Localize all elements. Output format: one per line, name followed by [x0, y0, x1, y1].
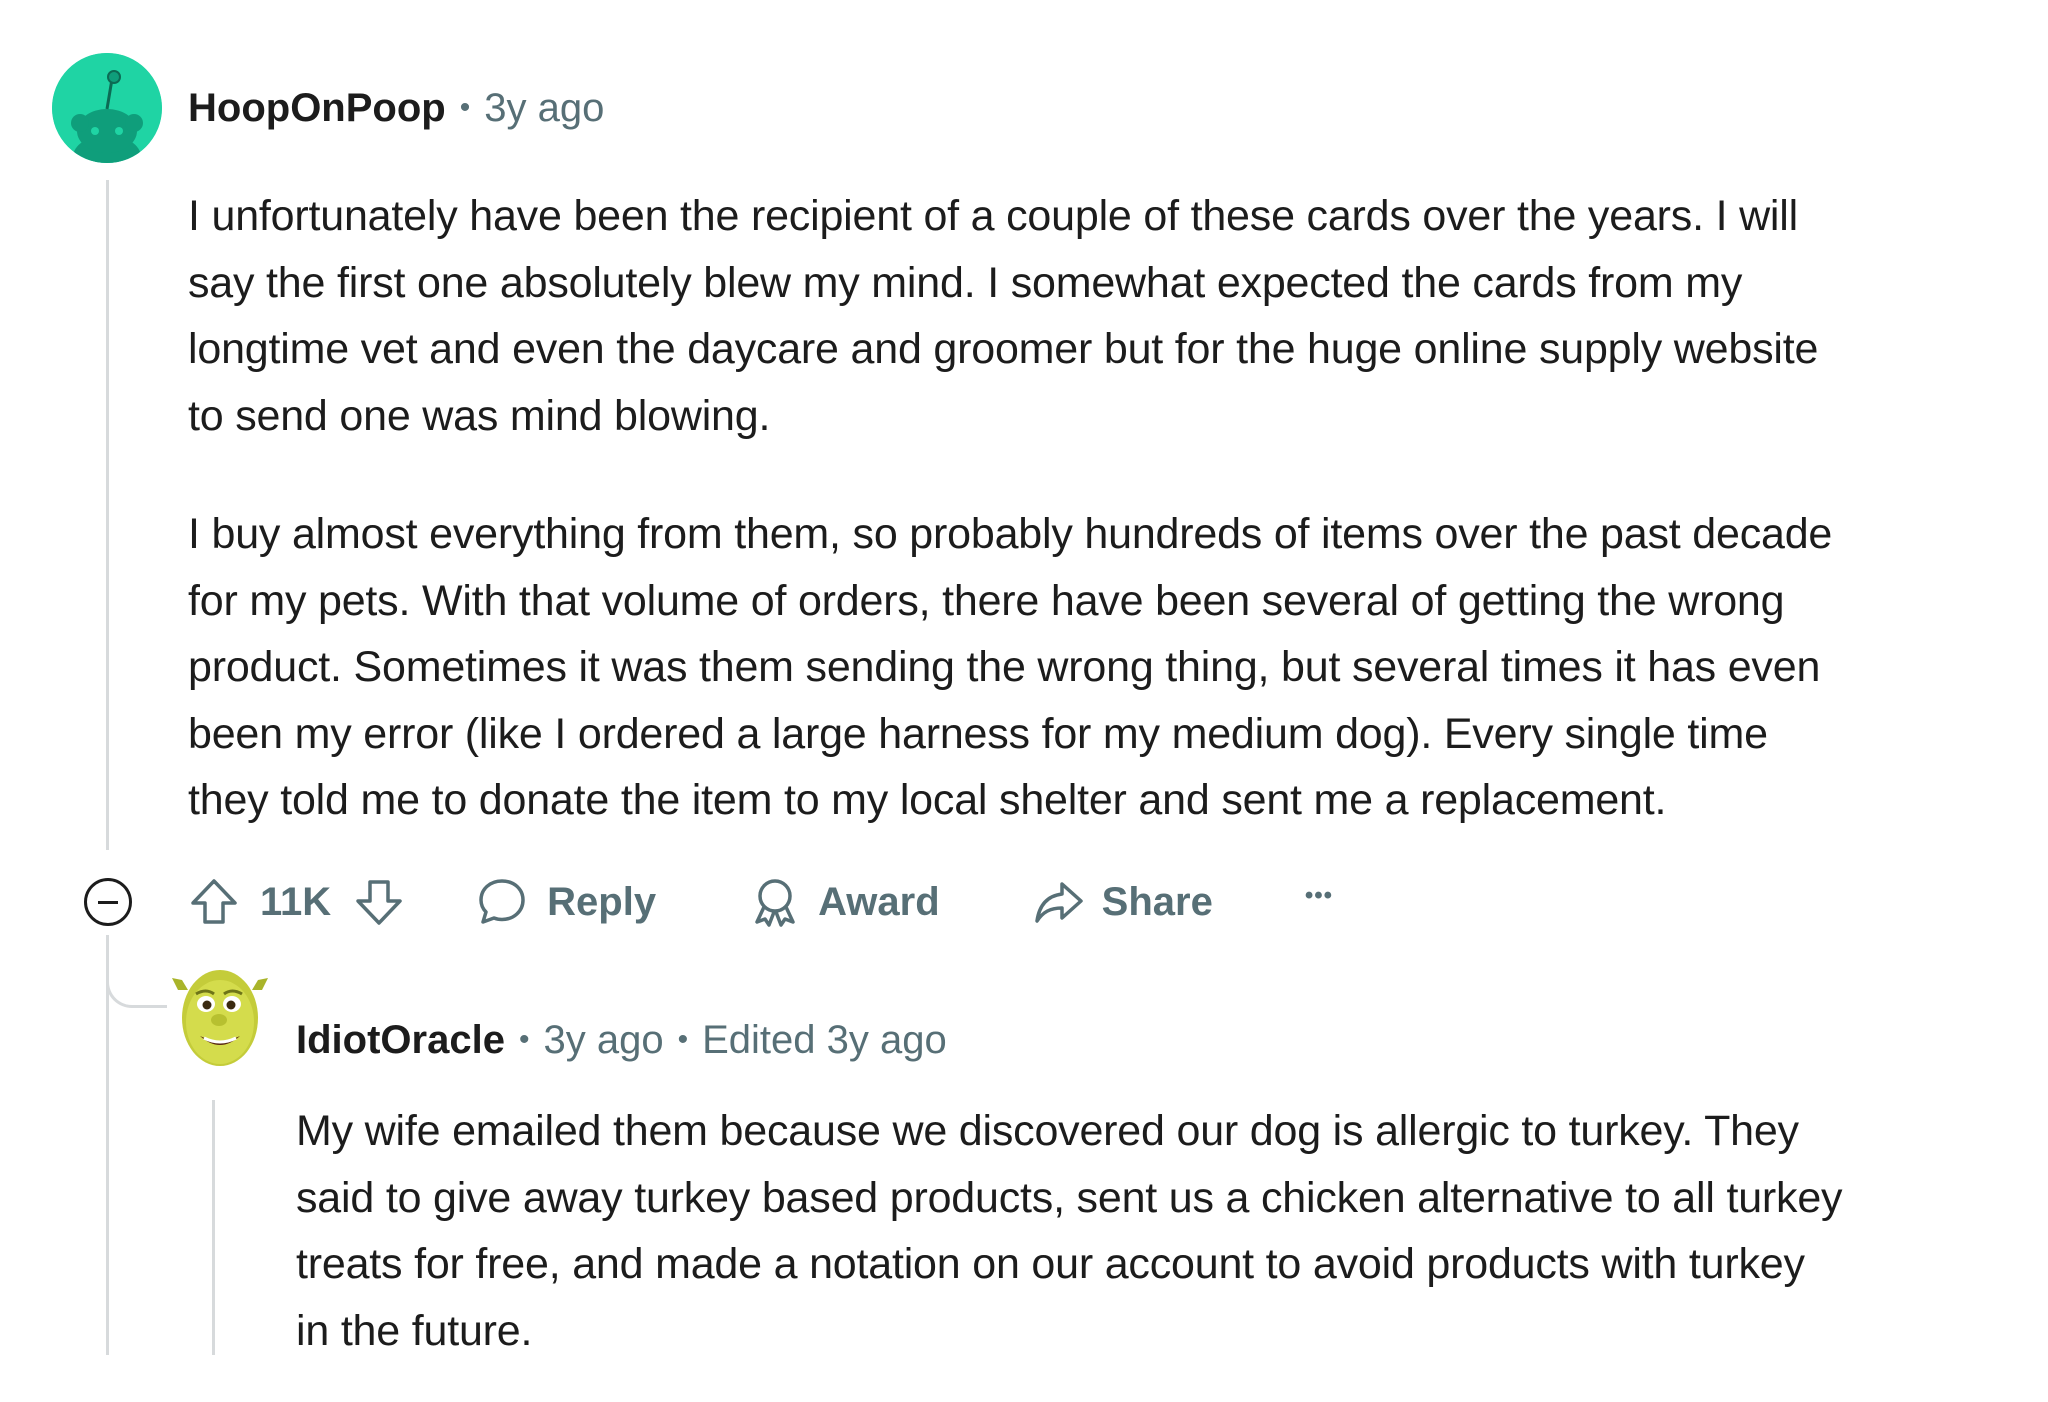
upvote-arrow-icon [191, 879, 237, 924]
reply-button[interactable]: Reply [475, 875, 656, 929]
reply-line: said to give away turkey based products,… [296, 1173, 1843, 1222]
reply-label: Reply [547, 879, 657, 924]
comment-thread-line-lower[interactable] [106, 935, 109, 1355]
comment-thread-line[interactable] [106, 180, 109, 850]
comment-meta: HoopOnPoop • 3y ago [188, 88, 604, 128]
vote-count: 11K [260, 879, 332, 924]
share-button[interactable]: Share [1032, 875, 1213, 929]
meta-separator: • [459, 91, 471, 124]
reply-username[interactable]: IdiotOracle [296, 1020, 505, 1060]
comment-line: for my pets. With that volume of orders,… [188, 576, 1785, 625]
comment-line: product. Sometimes it was them sending t… [188, 643, 1821, 691]
comment-line: they told me to donate the item to my lo… [188, 776, 1667, 824]
comment-line: been my error (like I ordered a large ha… [188, 709, 1768, 758]
upvote-button[interactable] [188, 876, 240, 928]
reply-body: My wife emailed them because we discover… [296, 1098, 1843, 1364]
reply-connector-line [106, 960, 167, 1008]
comment-timestamp[interactable]: 3y ago [484, 88, 604, 128]
comment-line: longtime vet and even the daycare and gr… [188, 325, 1819, 373]
share-label: Share [1101, 879, 1213, 924]
meta-separator: • [518, 1023, 530, 1056]
comment-line: to send one was mind blowing. [188, 391, 771, 440]
comment-username[interactable]: HoopOnPoop [188, 88, 446, 128]
collapse-thread-button[interactable] [84, 878, 132, 926]
reply-line: in the future. [296, 1306, 533, 1355]
snoo-avatar-icon[interactable] [52, 53, 162, 163]
award-label: Award [818, 879, 940, 924]
meta-separator: • [677, 1023, 689, 1056]
comment-line: I buy almost everything from them, so pr… [188, 510, 1833, 558]
comment-body: I unfortunately have been the recipient … [188, 183, 1832, 834]
reply-meta: IdiotOracle • 3y ago • Edited 3y ago [296, 1020, 947, 1060]
reply-timestamp[interactable]: 3y ago [543, 1020, 663, 1060]
more-options-icon: ••• [1304, 882, 1334, 909]
award-ribbon-icon [755, 879, 795, 927]
reply-thread-line[interactable] [212, 1100, 215, 1355]
reply-line: My wife emailed them because we discover… [296, 1107, 1799, 1155]
comment-line: say the first one absolutely blew my min… [188, 258, 1743, 307]
comment-action-bar: 11K Reply Award Share ••• [188, 872, 1333, 932]
more-options-button[interactable]: ••• [1305, 882, 1333, 916]
reply-edited-label: Edited 3y ago [702, 1018, 947, 1062]
comment-line: I unfortunately have been the recipient … [188, 192, 1798, 240]
speech-bubble-icon [479, 879, 525, 924]
downvote-button[interactable] [353, 876, 405, 928]
shrek-face-avatar-icon[interactable] [168, 960, 272, 1070]
downvote-arrow-icon [356, 880, 402, 925]
reply-line: treats for free, and made a notation on … [296, 1240, 1805, 1288]
award-button[interactable]: Award [748, 875, 940, 929]
share-arrow-icon [1034, 882, 1083, 923]
